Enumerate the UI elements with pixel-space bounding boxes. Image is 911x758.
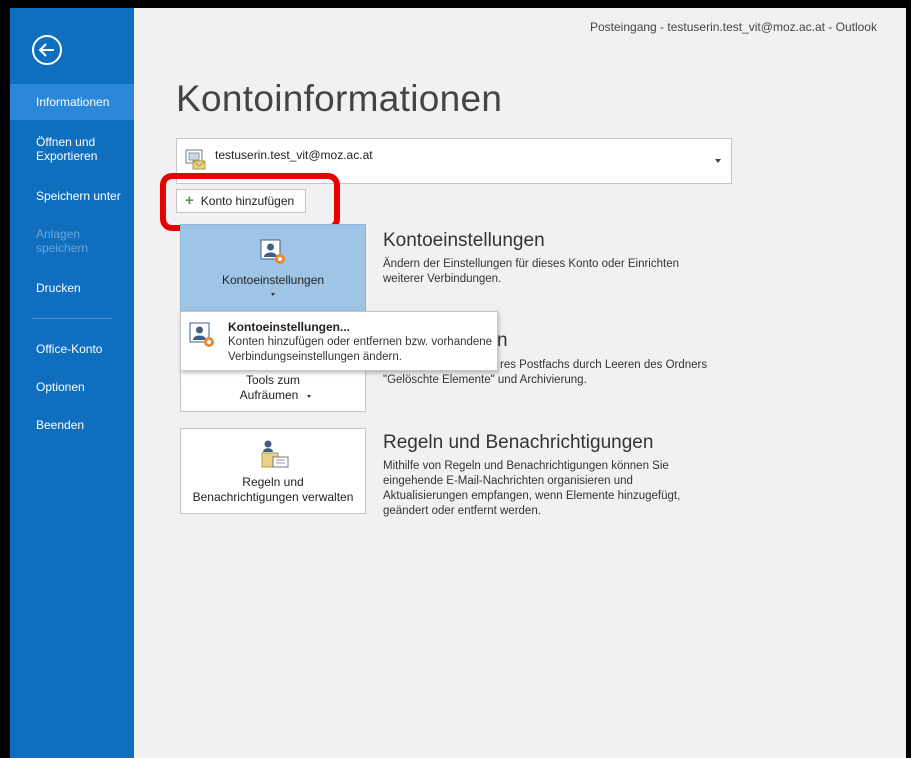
account-settings-description: Ändern der Einstellungen für dieses Kont…	[383, 258, 679, 285]
chevron-down-icon	[271, 293, 275, 296]
sidebar-item-label: Optionen	[36, 380, 85, 394]
account-settings-tile[interactable]: Kontoeinstellungen	[180, 224, 366, 312]
menu-item-description: Konten hinzufügen oder entfernen bzw. vo…	[228, 336, 493, 363]
account-settings-menu-item[interactable]: Kontoeinstellungen... Konten hinzufügen …	[180, 311, 498, 371]
back-button[interactable]	[32, 35, 62, 65]
cleanup-tools-description-partial: res Postfachs durch Leeren des Ordners	[500, 359, 708, 371]
sidebar-item-informationen[interactable]: Informationen	[10, 84, 134, 120]
cleanup-tools-tile-label-line2: Aufräumen	[239, 388, 299, 402]
sidebar-item-label: Anlagen speichern	[36, 227, 89, 255]
account-settings-title: Kontoeinstellungen	[383, 230, 545, 251]
account-settings-icon	[260, 239, 288, 270]
rules-alerts-tile[interactable]: Regeln und Benachrichtigungen verwalten	[180, 428, 366, 514]
add-account-button[interactable]: + Konto hinzufügen	[176, 189, 306, 213]
cleanup-tools-tile-label-line1: Tools zum	[245, 373, 301, 387]
account-settings-icon	[189, 322, 217, 355]
cleanup-tools-description-line2: "Gelöschte Elemente" und Archivierung.	[383, 374, 587, 386]
back-arrow-icon	[39, 43, 54, 57]
window-title: Posteingang - testuserin.test_vit@moz.ac…	[590, 20, 877, 34]
account-icon	[185, 149, 209, 176]
sidebar-item-optionen[interactable]: Optionen	[10, 380, 134, 394]
rules-icon	[260, 439, 290, 472]
outlook-window: Informationen Öffnen und Exportieren Spe…	[10, 8, 906, 758]
rules-alerts-description: Mithilfe von Regeln und Benachrichtigung…	[383, 460, 681, 517]
menu-item-title: Kontoeinstellungen...	[228, 320, 350, 334]
sidebar-item-speichern-unter[interactable]: Speichern unter	[10, 189, 134, 203]
sidebar-item-label: Speichern unter	[36, 189, 121, 203]
chevron-down-icon	[307, 395, 311, 398]
plus-icon: +	[185, 192, 194, 209]
sidebar-item-label: Office-Konto	[36, 342, 103, 356]
sidebar-item-beenden[interactable]: Beenden	[10, 418, 134, 432]
account-settings-tile-label: Kontoeinstellungen	[221, 273, 325, 287]
sidebar-item-label: Drucken	[36, 281, 81, 295]
sidebar-item-label: Öffnen und Exportieren	[36, 135, 98, 163]
backstage-sidebar: Informationen Öffnen und Exportieren Spe…	[10, 8, 134, 758]
rules-tile-label-line2: Benachrichtigungen verwalten	[192, 490, 354, 504]
add-account-label: Konto hinzufügen	[200, 194, 295, 208]
rules-alerts-title: Regeln und Benachrichtigungen	[383, 432, 654, 453]
chevron-down-icon[interactable]	[715, 159, 721, 163]
sidebar-item-office-konto[interactable]: Office-Konto	[10, 342, 134, 356]
sidebar-item-oeffnen-exportieren[interactable]: Öffnen und Exportieren	[10, 135, 110, 163]
sidebar-item-anlagen-speichern: Anlagen speichern	[10, 227, 100, 255]
sidebar-item-label: Beenden	[36, 418, 85, 432]
account-selector-value: testuserin.test_vit@moz.ac.at	[215, 148, 373, 162]
page-title: Kontoinformationen	[176, 78, 503, 119]
sidebar-divider	[32, 318, 112, 319]
sidebar-item-label: Informationen	[36, 95, 110, 109]
sidebar-item-drucken[interactable]: Drucken	[10, 281, 134, 295]
rules-tile-label-line1: Regeln und	[242, 475, 304, 489]
account-selector[interactable]: testuserin.test_vit@moz.ac.at	[176, 138, 732, 184]
